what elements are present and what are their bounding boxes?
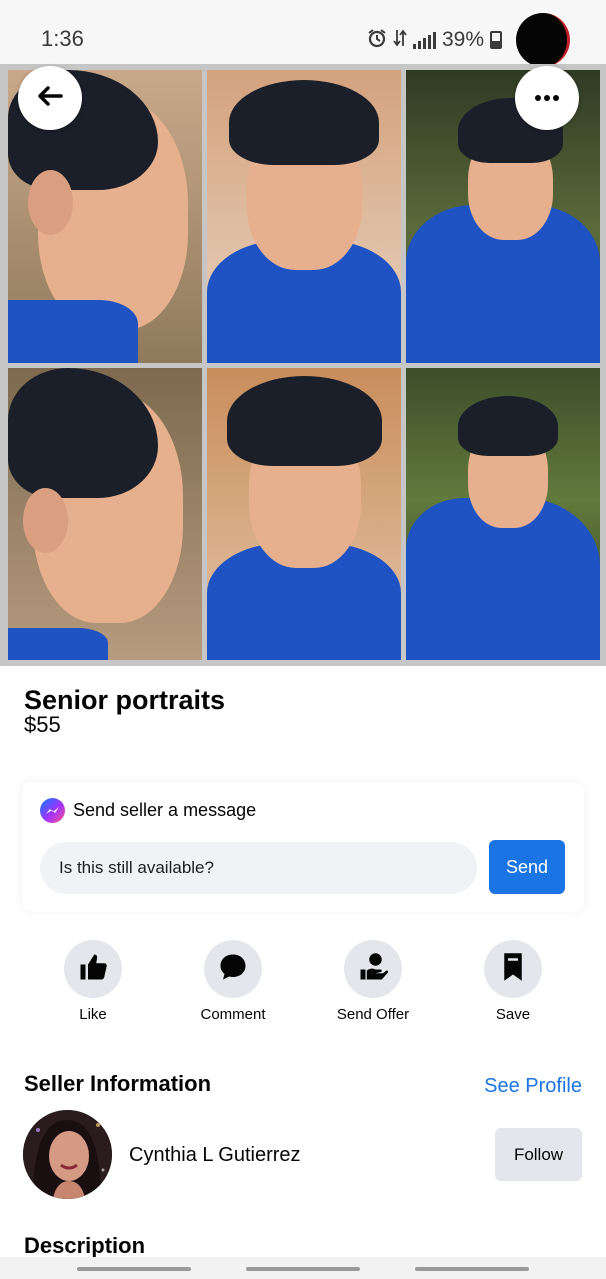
- comment-circle: [204, 940, 262, 998]
- bookmark-icon: [500, 952, 526, 987]
- seller-name[interactable]: Cynthia L Gutierrez: [129, 1144, 301, 1167]
- status-icons: 39%: [367, 12, 570, 68]
- listing-photo[interactable]: [0, 64, 606, 666]
- description-heading: Description: [24, 1233, 146, 1258]
- more-options-button[interactable]: [515, 66, 579, 130]
- portrait-photo-6: [406, 367, 600, 660]
- like-circle: [64, 940, 122, 998]
- send-offer-button[interactable]: Send Offer: [303, 940, 443, 1023]
- comment-bubble-icon: [218, 952, 248, 987]
- system-navigation-bar: [0, 1257, 606, 1279]
- battery-percent: 39%: [441, 28, 484, 51]
- message-card-title: Send seller a message: [73, 800, 257, 820]
- like-label: Like: [79, 1006, 107, 1023]
- send-offer-icon: [358, 952, 389, 987]
- seller-avatar[interactable]: [23, 1110, 112, 1199]
- listing-price: $55: [24, 712, 61, 737]
- thumbs-up-icon: [78, 952, 108, 987]
- message-seller-card: Send seller a message Send: [22, 782, 584, 912]
- listing-actions: Like Comment Send Offer Save: [0, 940, 606, 1030]
- send-offer-circle: [344, 940, 402, 998]
- status-bar: 1:36 39%: [0, 0, 606, 67]
- save-button[interactable]: Save: [443, 940, 583, 1023]
- see-profile-link[interactable]: See Profile: [484, 1075, 582, 1098]
- back-arrow-icon: [37, 85, 63, 112]
- message-card-header: Send seller a message: [40, 798, 256, 823]
- portrait-photo-5: [207, 367, 401, 660]
- seller-info-heading: Seller Information: [24, 1071, 212, 1096]
- send-button[interactable]: Send: [489, 840, 565, 894]
- messenger-icon: [40, 798, 65, 823]
- battery-icon: [490, 31, 502, 49]
- nav-home-handle[interactable]: [246, 1267, 360, 1271]
- like-button[interactable]: Like: [23, 940, 163, 1023]
- portrait-photo-2: [207, 70, 401, 363]
- data-arrows-icon: [393, 28, 407, 53]
- signal-icon: [412, 31, 436, 49]
- more-dots-icon: [534, 89, 560, 107]
- comment-button[interactable]: Comment: [163, 940, 303, 1023]
- save-circle: [484, 940, 542, 998]
- back-button[interactable]: [18, 66, 82, 130]
- portrait-photo-4: [8, 367, 202, 660]
- comment-label: Comment: [200, 1006, 266, 1023]
- alarm-icon: [367, 28, 387, 53]
- status-time: 1:36: [41, 26, 84, 51]
- front-camera: [516, 13, 570, 67]
- save-label: Save: [495, 1006, 531, 1023]
- send-offer-label: Send Offer: [336, 1006, 410, 1023]
- nav-back-handle[interactable]: [415, 1267, 529, 1271]
- nav-recents-handle[interactable]: [77, 1267, 191, 1271]
- message-input[interactable]: [40, 842, 477, 894]
- follow-button[interactable]: Follow: [495, 1128, 582, 1181]
